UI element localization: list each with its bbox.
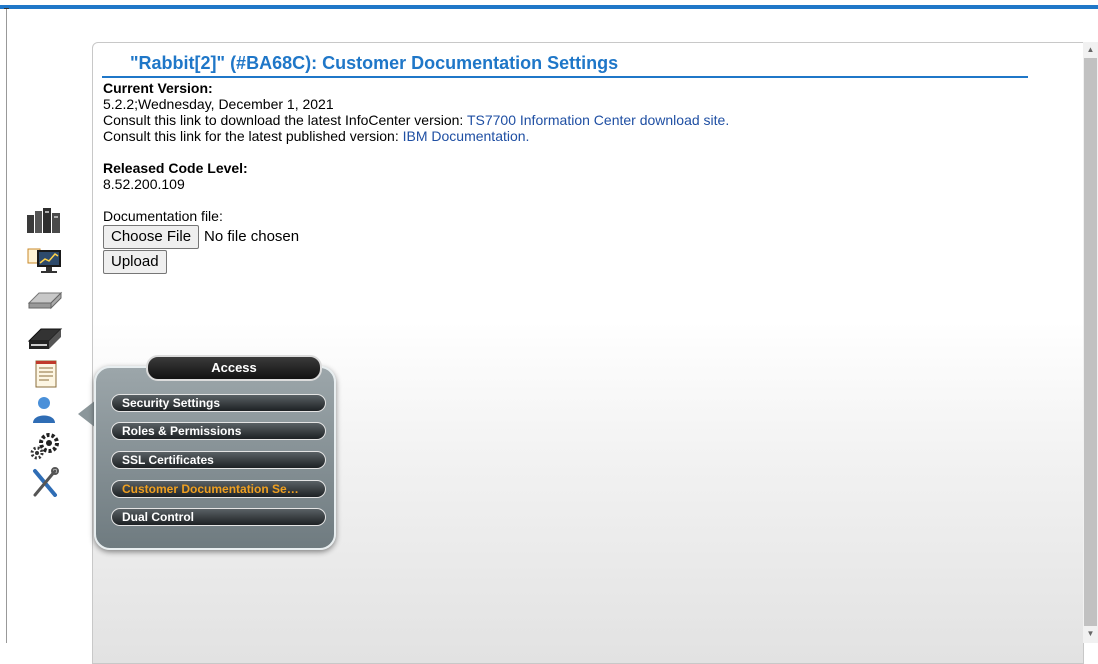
systems-icon[interactable] — [25, 205, 65, 235]
menu-item-ssl-certificates[interactable]: SSL Certificates — [111, 451, 326, 469]
documentation-file-label: Documentation file: — [103, 208, 223, 224]
menu-item-security-settings[interactable]: Security Settings — [111, 394, 326, 412]
infocenter-line: Consult this link to download the latest… — [103, 112, 729, 128]
scroll-down-arrow-icon[interactable]: ▼ — [1085, 628, 1096, 640]
infocenter-download-link[interactable]: TS7700 Information Center download site. — [467, 112, 729, 128]
gears-icon[interactable] — [25, 431, 65, 461]
upload-button[interactable]: Upload — [103, 250, 167, 274]
no-file-chosen-text: No file chosen — [204, 228, 300, 245]
monitor-icon[interactable] — [25, 245, 65, 275]
current-version-label: Current Version: — [103, 80, 213, 96]
notepad-icon[interactable] — [25, 359, 65, 389]
released-code-level-value: 8.52.200.109 — [103, 176, 185, 192]
top-accent-stripe — [0, 5, 1098, 9]
upload-row: Upload — [103, 250, 729, 274]
released-code-level-label: Released Code Level: — [103, 160, 248, 176]
user-access-icon[interactable] — [25, 395, 65, 425]
tools-icon[interactable] — [25, 467, 65, 497]
ibm-documentation-link[interactable]: IBM Documentation. — [403, 128, 530, 144]
choose-file-button[interactable]: Choose File — [103, 225, 200, 249]
title-underline — [102, 76, 1028, 78]
file-input-row: Choose File No file chosen — [103, 225, 729, 249]
current-version-value: 5.2.2;Wednesday, December 1, 2021 — [103, 96, 334, 112]
left-edge-line — [6, 8, 7, 643]
page-title: "Rabbit[2]" (#BA68C): Customer Documenta… — [130, 53, 619, 73]
menu-item-customer-documentation[interactable]: Customer Documentation Se… — [111, 480, 326, 498]
menu-item-dual-control[interactable]: Dual Control — [111, 508, 326, 526]
scroll-up-arrow-icon[interactable]: ▲ — [1085, 44, 1096, 56]
left-edge-tick — [4, 8, 9, 9]
infocenter-text: Consult this link to download the latest… — [103, 112, 467, 128]
scrollbar-thumb[interactable] — [1084, 58, 1097, 626]
access-popup-title: Access — [146, 355, 322, 381]
virtual-drive-icon[interactable] — [25, 283, 65, 313]
physical-drive-icon[interactable] — [25, 323, 65, 353]
published-line: Consult this link for the latest publish… — [103, 128, 729, 144]
top-bar — [0, 0, 1098, 10]
published-text: Consult this link for the latest publish… — [103, 128, 403, 144]
settings-content: Current Version: 5.2.2;Wednesday, Decemb… — [103, 80, 729, 274]
menu-item-roles-permissions[interactable]: Roles & Permissions — [111, 422, 326, 440]
